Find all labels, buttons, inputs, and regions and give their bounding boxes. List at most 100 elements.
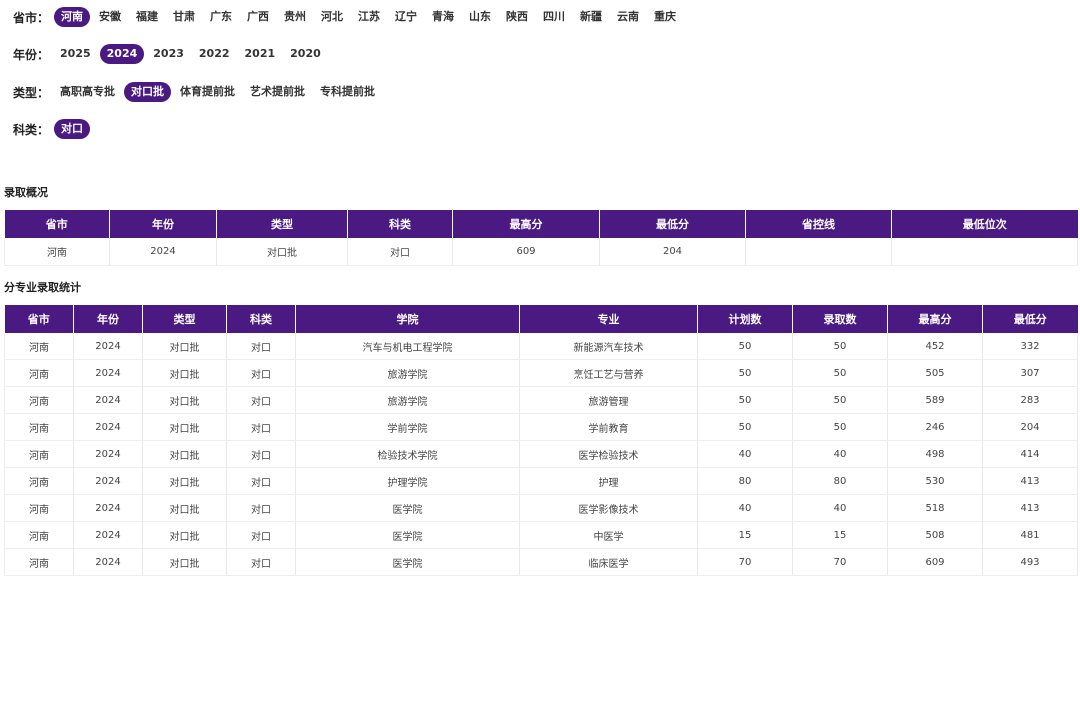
detail-cell: 医学院 bbox=[295, 494, 520, 522]
detail-cell: 对口批 bbox=[142, 359, 227, 387]
province-option-chip[interactable]: 贵州 bbox=[278, 7, 312, 27]
type-options: 高职高专批 对口批 体育提前批 艺术提前批 专科提前批 bbox=[54, 82, 384, 102]
detail-cell: 609 bbox=[887, 548, 983, 576]
detail-cell: 河南 bbox=[4, 359, 74, 387]
detail-cell: 新能源汽车技术 bbox=[519, 333, 698, 360]
detail-column-header: 计划数 bbox=[697, 305, 793, 333]
detail-cell: 烹饪工艺与营养 bbox=[519, 359, 698, 387]
detail-cell: 旅游管理 bbox=[519, 386, 698, 414]
detail-cell: 对口 bbox=[226, 333, 296, 360]
summary-cell: 对口批 bbox=[216, 238, 348, 266]
year-option-chip[interactable]: 2025 bbox=[54, 44, 97, 64]
province-option-chip[interactable]: 四川 bbox=[537, 7, 571, 27]
summary-column-header: 类型 bbox=[216, 210, 348, 238]
summary-column-header: 省市 bbox=[4, 210, 110, 238]
province-option-chip[interactable]: 山东 bbox=[463, 7, 497, 27]
detail-cell: 医学院 bbox=[295, 521, 520, 549]
detail-row: 河南 2024 对口批 对口 护理学院 护理 80 80 530 413 bbox=[4, 467, 1078, 495]
detail-cell: 413 bbox=[982, 494, 1078, 522]
detail-row: 河南 2024 对口批 对口 学前学院 学前教育 50 50 246 204 bbox=[4, 413, 1078, 441]
summary-column-header: 省控线 bbox=[745, 210, 892, 238]
detail-cell: 河南 bbox=[4, 494, 74, 522]
year-option-chip[interactable]: 2023 bbox=[147, 44, 190, 64]
detail-cell: 413 bbox=[982, 467, 1078, 495]
summary-cell: 对口 bbox=[347, 238, 453, 266]
detail-cell: 508 bbox=[887, 521, 983, 549]
detail-cell: 临床医学 bbox=[519, 548, 698, 576]
detail-cell: 对口 bbox=[226, 413, 296, 441]
detail-column-header: 专业 bbox=[519, 305, 698, 333]
province-option-chip[interactable]: 辽宁 bbox=[389, 7, 423, 27]
year-option-chip[interactable]: 2020 bbox=[284, 44, 327, 64]
detail-cell: 2024 bbox=[73, 413, 143, 441]
detail-cell: 518 bbox=[887, 494, 983, 522]
detail-cell: 70 bbox=[697, 548, 793, 576]
province-option-chip[interactable]: 河北 bbox=[315, 7, 349, 27]
summary-cell: 204 bbox=[599, 238, 746, 266]
province-option-chip[interactable]: 陕西 bbox=[500, 7, 534, 27]
subject-filter: 科类： 对口 bbox=[13, 117, 93, 141]
detail-cell: 医学院 bbox=[295, 548, 520, 576]
detail-cell: 2024 bbox=[73, 494, 143, 522]
province-option-chip[interactable]: 甘肃 bbox=[167, 7, 201, 27]
year-filter: 年份： 2025 2024 2023 2022 2021 2020 bbox=[13, 42, 330, 66]
detail-cell: 307 bbox=[982, 359, 1078, 387]
detail-cell: 学前教育 bbox=[519, 413, 698, 441]
detail-cell: 对口批 bbox=[142, 494, 227, 522]
detail-cell: 中医学 bbox=[519, 521, 698, 549]
detail-cell: 246 bbox=[887, 413, 983, 441]
year-option-chip[interactable]: 2024 bbox=[99, 44, 145, 64]
province-option-chip[interactable]: 新疆 bbox=[574, 7, 608, 27]
detail-cell: 80 bbox=[792, 467, 888, 495]
detail-cell: 旅游学院 bbox=[295, 386, 520, 414]
detail-column-header: 录取数 bbox=[792, 305, 888, 333]
detail-cell: 对口 bbox=[226, 359, 296, 387]
province-option-chip[interactable]: 云南 bbox=[611, 7, 645, 27]
province-option-chip[interactable]: 广东 bbox=[204, 7, 238, 27]
province-option-chip[interactable]: 安徽 bbox=[93, 7, 127, 27]
detail-cell: 40 bbox=[792, 494, 888, 522]
summary-header-row: 省市 年份 类型 科类 最高分 最低分 省控线 最低位次 bbox=[4, 210, 1078, 238]
summary-cell: 609 bbox=[452, 238, 600, 266]
detail-cell: 481 bbox=[982, 521, 1078, 549]
summary-column-header: 年份 bbox=[109, 210, 217, 238]
detail-row: 河南 2024 对口批 对口 旅游学院 旅游管理 50 50 589 283 bbox=[4, 386, 1078, 414]
detail-cell: 332 bbox=[982, 333, 1078, 360]
detail-cell: 70 bbox=[792, 548, 888, 576]
year-option-chip[interactable]: 2022 bbox=[193, 44, 236, 64]
summary-cell: 2024 bbox=[109, 238, 217, 266]
type-option-chip[interactable]: 高职高专批 bbox=[54, 82, 121, 102]
detail-cell: 对口批 bbox=[142, 413, 227, 441]
detail-cell: 对口 bbox=[226, 494, 296, 522]
detail-cell: 对口批 bbox=[142, 440, 227, 468]
province-filter: 省市： 河南 安徽 福建 甘肃 广东 广西 贵州 河北 江苏 辽宁 青海 山东 陕西 四川 新疆 云南 重庆 bbox=[13, 5, 685, 29]
summary-cell: 河南 bbox=[4, 238, 110, 266]
province-option-chip[interactable]: 福建 bbox=[130, 7, 164, 27]
province-option-chip[interactable]: 江苏 bbox=[352, 7, 386, 27]
type-option-chip[interactable]: 体育提前批 bbox=[174, 82, 241, 102]
subject-option-chip[interactable]: 对口 bbox=[54, 119, 91, 139]
year-option-chip[interactable]: 2021 bbox=[239, 44, 282, 64]
summary-cell bbox=[891, 238, 1078, 266]
type-option-chip[interactable]: 对口批 bbox=[124, 82, 172, 102]
detail-cell: 对口批 bbox=[142, 333, 227, 360]
type-option-chip[interactable]: 艺术提前批 bbox=[244, 82, 311, 102]
detail-cell: 50 bbox=[792, 359, 888, 387]
province-option-chip[interactable]: 重庆 bbox=[648, 7, 682, 27]
detail-column-header: 省市 bbox=[4, 305, 74, 333]
detail-body: 河南 2024 对口批 对口 汽车与机电工程学院 新能源汽车技术 50 50 452 332 河南 2… bbox=[4, 333, 1078, 576]
detail-cell: 医学影像技术 bbox=[519, 494, 698, 522]
detail-row: 河南 2024 对口批 对口 旅游学院 烹饪工艺与营养 50 50 505 307 bbox=[4, 359, 1078, 387]
detail-cell: 对口 bbox=[226, 548, 296, 576]
province-option-chip[interactable]: 青海 bbox=[426, 7, 460, 27]
summary-cell bbox=[745, 238, 892, 266]
detail-cell: 河南 bbox=[4, 467, 74, 495]
province-option-chip[interactable]: 广西 bbox=[241, 7, 275, 27]
detail-cell: 50 bbox=[792, 386, 888, 414]
detail-cell: 50 bbox=[792, 413, 888, 441]
type-filter-label: 类型： bbox=[13, 85, 50, 100]
detail-cell: 汽车与机电工程学院 bbox=[295, 333, 520, 360]
detail-cell: 河南 bbox=[4, 386, 74, 414]
type-option-chip[interactable]: 专科提前批 bbox=[314, 82, 381, 102]
province-option-chip[interactable]: 河南 bbox=[54, 7, 91, 27]
